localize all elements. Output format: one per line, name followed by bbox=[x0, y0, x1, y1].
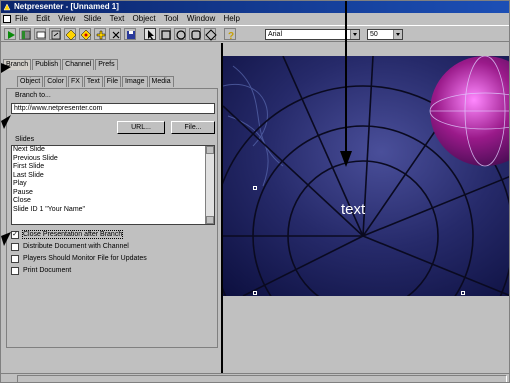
chevron-down-icon[interactable] bbox=[393, 30, 402, 39]
selection-handle[interactable] bbox=[253, 186, 257, 190]
tab-row-top: Branch Publish Channel Prefs bbox=[3, 59, 119, 70]
list-item[interactable]: Last Slide bbox=[12, 172, 214, 181]
monitor-file-checkbox[interactable] bbox=[11, 255, 19, 263]
tab-media[interactable]: Media bbox=[148, 76, 174, 87]
print-document-option[interactable]: Print Document bbox=[11, 266, 71, 276]
document-icon[interactable] bbox=[3, 15, 11, 23]
menu-slide[interactable]: Slide bbox=[84, 13, 102, 25]
list-item[interactable]: First Slide bbox=[12, 163, 214, 172]
add-icon[interactable] bbox=[94, 28, 106, 40]
font-size-value: 50 bbox=[370, 31, 378, 38]
list-item[interactable]: Pause bbox=[12, 189, 214, 198]
play-icon[interactable] bbox=[4, 28, 16, 40]
ellipse-icon[interactable] bbox=[174, 28, 186, 40]
tab-publish[interactable]: Publish bbox=[32, 59, 62, 70]
print-document-checkbox[interactable] bbox=[11, 267, 19, 275]
tab-channel[interactable]: Channel bbox=[62, 59, 95, 70]
branch-to-label: Branch to... bbox=[15, 92, 51, 99]
pointer-icon[interactable] bbox=[144, 28, 156, 40]
slide-image: text bbox=[223, 56, 509, 296]
title-bar[interactable]: Netpresenter - [Unnamed 1] bbox=[1, 1, 509, 13]
tab-image[interactable]: Image bbox=[122, 76, 148, 87]
menu-bar: File Edit View Slide Text Object Tool Wi… bbox=[1, 13, 509, 25]
selection-handle[interactable] bbox=[253, 291, 257, 295]
list-item[interactable]: Close bbox=[12, 197, 214, 206]
tab-file[interactable]: File bbox=[103, 76, 122, 87]
url-button[interactable]: URL... bbox=[117, 121, 165, 134]
menu-file[interactable]: File bbox=[15, 13, 28, 25]
scroll-down-button[interactable] bbox=[206, 216, 214, 224]
window-icon[interactable] bbox=[34, 28, 46, 40]
save-icon[interactable] bbox=[124, 28, 136, 40]
slides-label: Slides bbox=[15, 136, 35, 143]
window-title: Netpresenter - [Unnamed 1] bbox=[14, 2, 119, 11]
distribute-option[interactable]: Distribute Document with Channel bbox=[11, 242, 129, 252]
option-label: Players Should Monitor File for Updates bbox=[23, 255, 147, 262]
status-text bbox=[17, 375, 507, 382]
branch-settings: Branch to... http://www.netpresenter.com… bbox=[6, 88, 218, 348]
option-label: Distribute Document with Channel bbox=[23, 243, 129, 250]
option-label: Close Presentation after Branch bbox=[21, 230, 124, 239]
diamond-shape-icon[interactable] bbox=[204, 28, 217, 41]
help-icon[interactable]: ? bbox=[224, 28, 236, 41]
branch-url-input[interactable]: http://www.netpresenter.com bbox=[11, 103, 215, 114]
slide-text[interactable]: text bbox=[341, 201, 365, 218]
menu-edit[interactable]: Edit bbox=[36, 13, 50, 25]
svg-text:?: ? bbox=[228, 31, 234, 41]
app-icon bbox=[3, 3, 11, 11]
slides-scrollbar[interactable] bbox=[205, 146, 214, 224]
diamond-icon[interactable] bbox=[64, 28, 77, 41]
option-label: Print Document bbox=[23, 267, 72, 274]
tab-prefs[interactable]: Prefs bbox=[95, 59, 118, 70]
close-after-branch-checkbox[interactable]: ✓ bbox=[11, 231, 19, 239]
tab-text[interactable]: Text bbox=[83, 76, 103, 87]
list-item[interactable]: Play bbox=[12, 180, 214, 189]
tab-row-second: Object Color FX Text File Image Media bbox=[17, 76, 175, 87]
file-button[interactable]: File... bbox=[171, 121, 215, 134]
slide-canvas[interactable]: text bbox=[223, 43, 509, 373]
menu-text[interactable]: Text bbox=[110, 13, 125, 25]
distribute-checkbox[interactable] bbox=[11, 243, 19, 251]
status-bar bbox=[1, 373, 509, 382]
delete-icon[interactable] bbox=[109, 28, 121, 40]
slides-list[interactable]: Next Slide Previous Slide First Slide La… bbox=[11, 145, 215, 225]
font-value: Arial bbox=[268, 31, 283, 38]
scroll-up-button[interactable] bbox=[206, 146, 214, 154]
menu-help[interactable]: Help bbox=[224, 13, 240, 25]
link-icon[interactable] bbox=[49, 28, 61, 40]
menu-object[interactable]: Object bbox=[133, 13, 156, 25]
rounded-rect-icon[interactable] bbox=[189, 28, 201, 40]
tab-branch[interactable]: Branch bbox=[3, 59, 32, 70]
font-size-select[interactable]: 50 bbox=[367, 29, 403, 40]
close-after-branch-option[interactable]: ✓ Close Presentation after Branch bbox=[11, 230, 124, 240]
slide-background bbox=[223, 56, 509, 296]
monitor-file-option[interactable]: Players Should Monitor File for Updates bbox=[11, 254, 147, 264]
menu-tool[interactable]: Tool bbox=[164, 13, 179, 25]
shape-icon[interactable] bbox=[79, 28, 92, 41]
toolbar: ? Arial 50 bbox=[1, 25, 509, 42]
menu-window[interactable]: Window bbox=[187, 13, 215, 25]
rectangle-icon[interactable] bbox=[159, 28, 171, 40]
chevron-down-icon[interactable] bbox=[350, 30, 359, 39]
tab-color[interactable]: Color bbox=[44, 76, 67, 87]
list-item[interactable]: Slide ID 1 "Your Name" bbox=[12, 206, 214, 215]
application-window: Netpresenter - [Unnamed 1] File Edit Vie… bbox=[0, 0, 510, 383]
menu-view[interactable]: View bbox=[58, 13, 75, 25]
tab-fx[interactable]: FX bbox=[67, 76, 83, 87]
list-item[interactable]: Previous Slide bbox=[12, 155, 214, 164]
slide-icon[interactable] bbox=[19, 28, 31, 40]
tab-object[interactable]: Object bbox=[17, 76, 44, 87]
properties-panel: Branch Publish Channel Prefs Object Colo… bbox=[1, 43, 221, 373]
selection-handle[interactable] bbox=[461, 291, 465, 295]
list-item[interactable]: Next Slide bbox=[12, 146, 214, 155]
font-select[interactable]: Arial bbox=[265, 29, 360, 40]
